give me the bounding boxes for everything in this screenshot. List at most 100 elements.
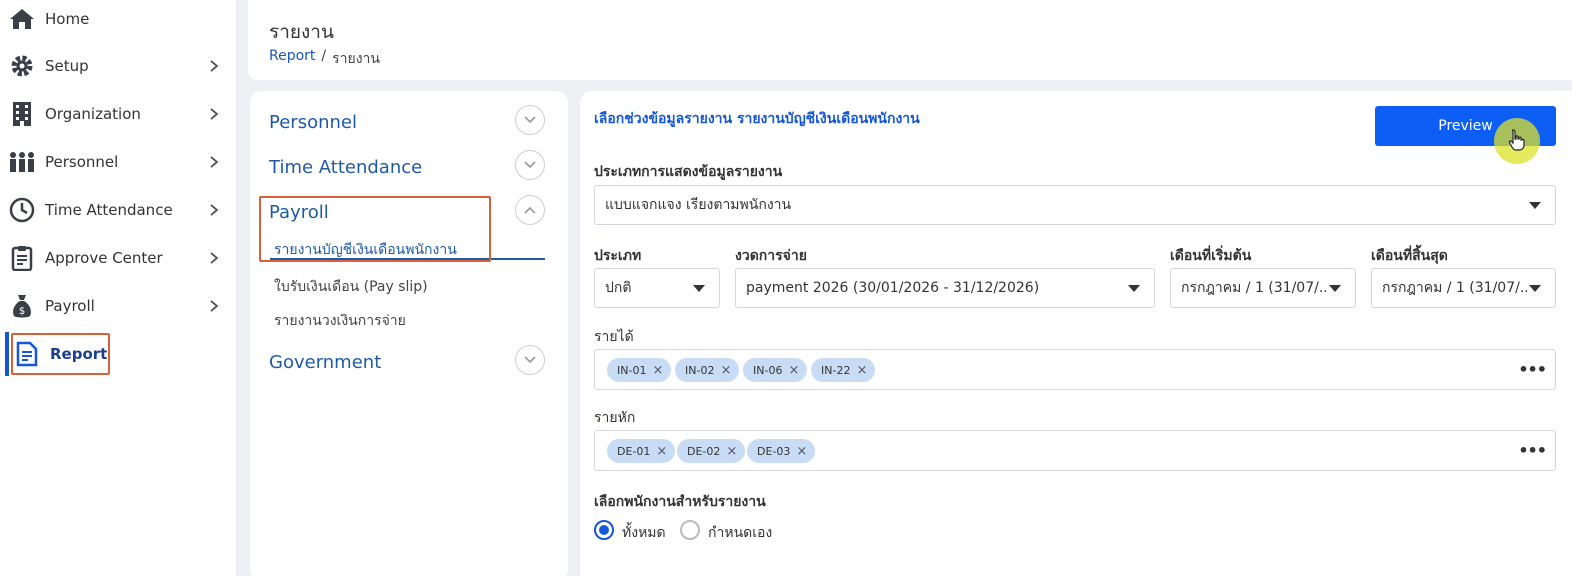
building-icon (9, 101, 35, 127)
breadcrumb-separator: / (321, 48, 327, 64)
home-icon (9, 6, 35, 32)
chevron-up-icon (524, 206, 536, 214)
sidebar-item-organization[interactable]: Organization (0, 92, 236, 136)
end-month-value: กรกฎาคม / 1 (31/07/... (1382, 280, 1527, 296)
chevron-right-icon (210, 156, 219, 168)
deduction-tag[interactable]: DE-01 × (607, 439, 676, 463)
sidebar-item-label: Report (50, 345, 108, 363)
type-select[interactable]: ปกติ (594, 268, 720, 308)
category-personnel[interactable]: Personnel (269, 112, 357, 133)
category-time-attendance[interactable]: Time Attendance (269, 157, 422, 178)
chevron-right-icon (210, 60, 219, 72)
remove-tag-icon[interactable]: × (720, 363, 731, 378)
chevron-down-icon (524, 116, 536, 124)
svg-text:$: $ (19, 306, 25, 317)
section-title: เลือกช่วงข้อมูลรายงาน รายงานบัญชีเงินเดื… (594, 111, 920, 127)
tag-label: IN-01 (617, 363, 647, 377)
chevron-down-icon (524, 161, 536, 169)
income-tag[interactable]: IN-22 × (811, 358, 876, 382)
income-label: รายได้ (594, 329, 634, 345)
sidebar: Home Setup Organization Personnel Time A… (0, 0, 236, 576)
more-options-icon[interactable]: ••• (1518, 360, 1547, 379)
breadcrumb-link-report[interactable]: Report (269, 48, 315, 70)
income-tag[interactable]: IN-01 × (607, 358, 672, 382)
deduction-tag[interactable]: DE-02 × (677, 439, 746, 463)
radio-custom-label: กำหนดเอง (708, 525, 773, 541)
report-item-payment-limit[interactable]: รายงานวงเงินการจ่าย (274, 310, 406, 332)
sidebar-item-label: Home (45, 10, 90, 28)
sidebar-item-report[interactable]: Report (0, 332, 236, 376)
sidebar-item-label: Approve Center (45, 249, 163, 267)
deduction-tag-input[interactable]: DE-01 × DE-02 × DE-03 × ••• (594, 430, 1556, 471)
chevron-right-icon (210, 204, 219, 216)
expand-personnel-button[interactable] (515, 105, 545, 135)
gear-icon (9, 53, 35, 79)
deduction-tag[interactable]: DE-03 × (747, 439, 816, 463)
radio-custom[interactable] (680, 520, 700, 540)
remove-tag-icon[interactable]: × (652, 363, 663, 378)
report-category-panel: Personnel Time Attendance Payroll รายงาน… (250, 91, 568, 576)
sidebar-item-approve-center[interactable]: Approve Center (0, 236, 236, 280)
payment-period-select[interactable]: payment 2026 (30/01/2026 - 31/12/2026) (735, 268, 1155, 308)
caret-down-icon (693, 285, 705, 292)
breadcrumb: Report / รายงาน (269, 48, 380, 70)
collapse-payroll-button[interactable] (515, 195, 545, 225)
sidebar-item-time-attendance[interactable]: Time Attendance (0, 188, 236, 232)
income-tag[interactable]: IN-02 × (675, 358, 740, 382)
category-government[interactable]: Government (269, 352, 381, 373)
employee-select-label: เลือกพนักงานสำหรับรายงาน (594, 494, 766, 510)
payment-period-label: งวดการจ่าย (735, 248, 807, 264)
deduction-label: รายหัก (594, 410, 636, 426)
remove-tag-icon[interactable]: × (726, 444, 737, 459)
expand-time-attendance-button[interactable] (515, 150, 545, 180)
tag-label: DE-01 (617, 444, 651, 458)
breadcrumb-current: รายงาน (332, 51, 380, 67)
caret-down-icon (1529, 285, 1541, 292)
start-month-value: กรกฎาคม / 1 (31/07/... (1181, 280, 1326, 296)
sidebar-item-home[interactable]: Home (0, 0, 236, 41)
tag-label: IN-02 (685, 363, 715, 377)
type-value: ปกติ (605, 280, 632, 296)
display-type-select[interactable]: แบบแจกแจง เรียงตามพนักงาน (594, 185, 1556, 225)
clipboard-icon (9, 245, 35, 271)
tag-label: DE-02 (687, 444, 721, 458)
display-type-value: แบบแจกแจง เรียงตามพนักงาน (605, 197, 792, 213)
end-month-select[interactable]: กรกฎาคม / 1 (31/07/... (1371, 268, 1556, 308)
tag-label: IN-22 (821, 363, 851, 377)
category-payroll[interactable]: Payroll (269, 202, 329, 223)
more-options-icon[interactable]: ••• (1518, 441, 1547, 460)
start-month-select[interactable]: กรกฎาคม / 1 (31/07/... (1170, 268, 1356, 308)
active-underline (270, 258, 545, 260)
sidebar-item-label: Time Attendance (45, 201, 173, 219)
page-header: รายงาน Report / รายงาน (248, 0, 1572, 80)
remove-tag-icon[interactable]: × (788, 363, 799, 378)
expand-government-button[interactable] (515, 345, 545, 375)
report-icon (14, 341, 40, 367)
caret-down-icon (1329, 285, 1341, 292)
remove-tag-icon[interactable]: × (796, 444, 807, 459)
sidebar-item-label: Personnel (45, 153, 119, 171)
income-tag-input[interactable]: IN-01 × IN-02 × IN-06 × IN-22 × ••• (594, 349, 1556, 390)
clock-icon (9, 197, 35, 223)
chevron-right-icon (210, 300, 219, 312)
sidebar-item-payroll[interactable]: $ Payroll (0, 284, 236, 328)
chevron-right-icon (210, 252, 219, 264)
end-month-label: เดือนที่สิ้นสุด (1371, 248, 1448, 264)
tag-label: IN-06 (753, 363, 783, 377)
hand-cursor-icon (1508, 129, 1525, 151)
display-type-label: ประเภทการแสดงข้อมูลรายงาน (594, 164, 783, 180)
remove-tag-icon[interactable]: × (656, 444, 667, 459)
report-form-panel: เลือกช่วงข้อมูลรายงาน รายงานบัญชีเงินเดื… (580, 91, 1572, 576)
report-item-pay-slip[interactable]: ใบรับเงินเดือน (Pay slip) (274, 276, 428, 298)
income-tag[interactable]: IN-06 × (743, 358, 808, 382)
people-icon (9, 149, 35, 175)
sidebar-item-setup[interactable]: Setup (0, 44, 236, 88)
radio-all[interactable] (594, 520, 614, 540)
sidebar-item-personnel[interactable]: Personnel (0, 140, 236, 184)
radio-all-label: ทั้งหมด (622, 525, 666, 541)
sidebar-item-label: Setup (45, 57, 89, 75)
remove-tag-icon[interactable]: × (856, 363, 867, 378)
type-label: ประเภท (594, 248, 642, 264)
chevron-down-icon (524, 356, 536, 364)
caret-down-icon (1128, 285, 1140, 292)
